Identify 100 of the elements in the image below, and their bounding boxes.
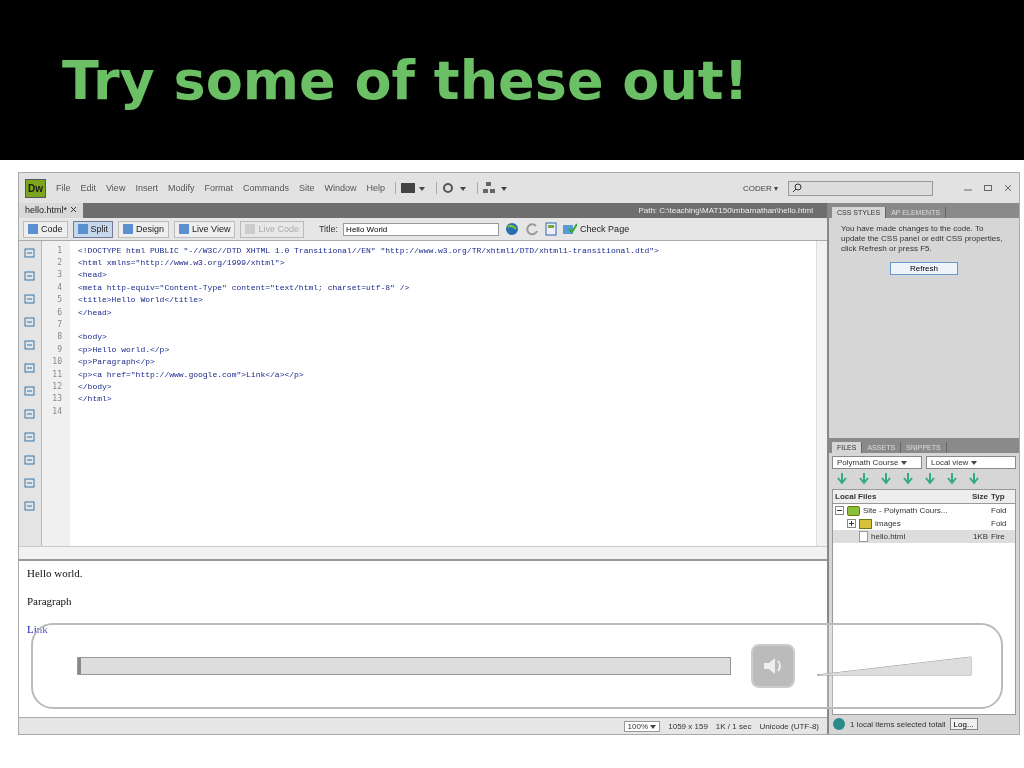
column-header[interactable]: Typ (988, 492, 1015, 501)
file-type: Fold (990, 519, 1008, 528)
menu-item[interactable]: Edit (80, 183, 97, 193)
file-name: hello.html (871, 532, 906, 541)
view-button[interactable]: Split (72, 220, 114, 238)
file-row[interactable]: hello.html 1KB Fire (833, 530, 1015, 543)
menu-item[interactable]: Modify (167, 183, 195, 193)
menu-item[interactable]: Commands (242, 183, 289, 193)
menu-item[interactable]: Insert (135, 183, 158, 193)
code-tool-icon[interactable] (24, 362, 36, 374)
refresh-button[interactable]: Refresh (890, 262, 958, 275)
check-page-button[interactable]: Check Page (563, 223, 630, 235)
menu-item[interactable]: View (106, 183, 126, 193)
folder-icon (859, 518, 872, 529)
file-type: Fire (990, 532, 1006, 541)
code-line: </head> (78, 307, 112, 317)
site-icon[interactable] (477, 182, 508, 194)
css-message: You have made changes to the code. To update the CSS panel or edit CSS properties, click Refresh or press F5. (841, 224, 1004, 254)
view-button[interactable]: Live View (174, 220, 236, 238)
line-number: 3 (56, 270, 62, 280)
menu-item[interactable]: Help (366, 183, 385, 193)
app-logo[interactable]: Dw (25, 178, 46, 198)
window-size[interactable]: 1059 x 159 (668, 721, 708, 731)
file-tool-icon[interactable] (857, 472, 871, 486)
code-tool-icon[interactable] (24, 339, 36, 351)
download-time: 1K / 1 sec (715, 721, 752, 731)
search-icon (792, 183, 802, 193)
column-header[interactable]: Size (960, 492, 988, 501)
line-number: 14 (51, 406, 62, 416)
code-line: </html> (78, 394, 112, 404)
maximize-icon[interactable] (983, 183, 993, 193)
menu-item[interactable]: Site (298, 183, 315, 193)
horizontal-scrollbar[interactable] (19, 547, 827, 561)
code-line: </body> (78, 382, 112, 391)
file-tool-icon[interactable] (945, 472, 959, 486)
code-tool-icon[interactable] (24, 500, 36, 512)
line-number: 8 (56, 332, 62, 342)
code-tool-icon[interactable] (24, 454, 36, 466)
line-number: 12 (51, 382, 62, 391)
folder-icon (847, 505, 860, 516)
menu-item[interactable]: Window (324, 183, 357, 193)
layout-icon[interactable] (395, 182, 426, 194)
view-button[interactable]: Design (118, 220, 170, 238)
code-line: <head> (78, 270, 107, 280)
file-name[interactable]: Site - Polymath Cours... (863, 506, 948, 515)
code-tool-icon[interactable] (24, 431, 36, 443)
file-row[interactable]: images Fold (833, 517, 1015, 530)
close-icon[interactable] (1003, 183, 1013, 193)
expand-icon[interactable] (847, 519, 856, 528)
code-tool-icon[interactable] (24, 270, 36, 282)
view-dropdown[interactable]: Local view (926, 456, 1016, 469)
line-number: 4 (56, 282, 62, 292)
title-field[interactable]: Hello World (343, 222, 500, 236)
volume-button[interactable] (751, 644, 795, 688)
line-number: 13 (51, 394, 62, 404)
line-number: 9 (56, 344, 62, 354)
document-tab[interactable]: hello.html* (19, 203, 83, 218)
code-tool-icon[interactable] (24, 293, 36, 305)
code-tool-icon[interactable] (24, 247, 36, 259)
code-line: <html xmlns="http://www.w3.org/1999/xhtml"> (78, 258, 285, 268)
line-number: 11 (51, 369, 62, 379)
file-icon (859, 531, 868, 542)
close-icon[interactable] (69, 206, 77, 213)
progress-track[interactable] (77, 657, 731, 675)
slide-title: Try some of these out! (62, 48, 749, 112)
log-button[interactable]: Log... (949, 718, 978, 730)
file-tool-icon[interactable] (967, 472, 981, 486)
menu-item[interactable]: Format (204, 183, 233, 193)
globe-icon (832, 717, 846, 731)
line-number: 6 (56, 307, 62, 317)
line-number: 2 (56, 258, 62, 268)
workspace-switcher[interactable]: CODER ▾ (742, 183, 778, 193)
code-tool-icon[interactable] (24, 477, 36, 489)
file-size: 1KB (972, 532, 988, 541)
line-number: 7 (56, 320, 62, 330)
refresh-icon[interactable] (525, 222, 540, 236)
file-tool-icon[interactable] (835, 472, 849, 486)
browser-icon[interactable] (504, 222, 521, 236)
code-tool-icon[interactable] (24, 408, 36, 420)
column-header[interactable]: Local Files (833, 492, 960, 501)
caret-icon (900, 461, 907, 465)
code-line: <title>Hello World</title> (78, 295, 203, 305)
vertical-scrollbar[interactable] (816, 241, 827, 546)
line-number: 5 (56, 295, 62, 305)
file-tool-icon[interactable] (879, 472, 893, 486)
view-button[interactable]: Code (23, 220, 68, 238)
collapse-icon[interactable] (835, 506, 844, 515)
page-icon[interactable] (544, 222, 559, 236)
code-tool-icon[interactable] (24, 385, 36, 397)
file-tool-icon[interactable] (923, 472, 937, 486)
search-field[interactable] (788, 180, 933, 196)
code-line: <body> (78, 332, 107, 342)
code-tool-icon[interactable] (24, 316, 36, 328)
file-tool-icon[interactable] (901, 472, 915, 486)
menu-item[interactable]: File (56, 183, 71, 193)
file-type: Fold (990, 506, 1008, 515)
site-dropdown[interactable]: Polymath Course (832, 456, 922, 469)
title-label: Title: (318, 224, 339, 234)
zoom-field[interactable]: 100% (623, 720, 661, 732)
page-text: Paragraph (27, 595, 73, 607)
